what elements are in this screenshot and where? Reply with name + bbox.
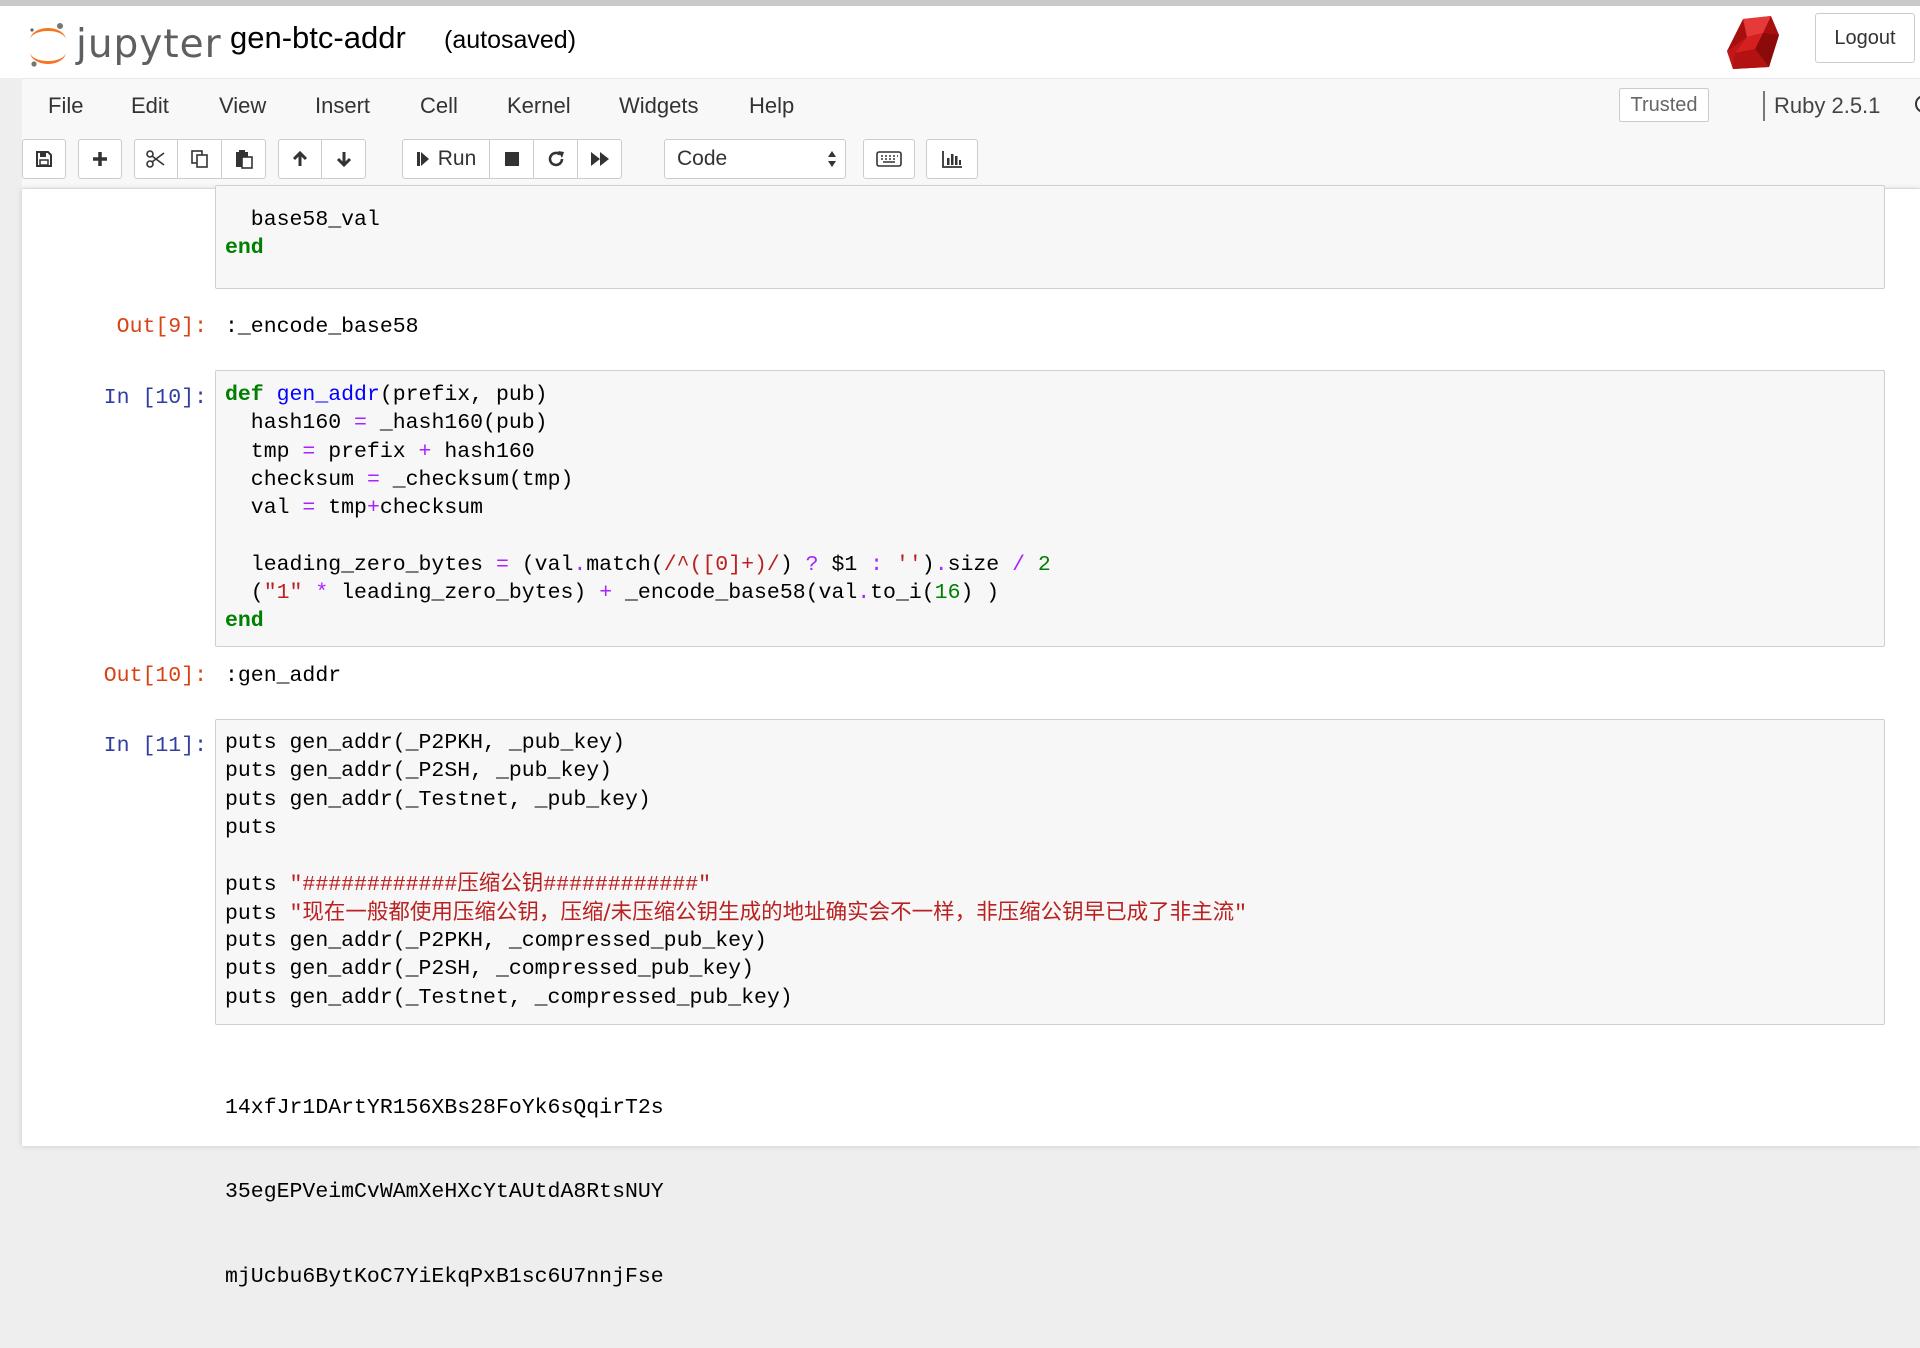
- code-line: puts gen_addr(_P2PKH, _compressed_pub_ke…: [225, 929, 767, 954]
- code-line: puts gen_addr(_P2SH, _compressed_pub_key…: [225, 957, 754, 982]
- code-line: base58_val: [225, 208, 380, 232]
- code-line: puts "############压缩公钥############": [225, 871, 711, 898]
- code-line: def gen_addr(prefix, pub): [225, 383, 548, 407]
- menu-file[interactable]: File: [48, 93, 83, 119]
- run-label: Run: [437, 147, 477, 170]
- cell-type-value: Code: [677, 147, 728, 170]
- interrupt-button[interactable]: [490, 139, 534, 179]
- cell-output: :_encode_base58: [225, 315, 419, 339]
- paste-button[interactable]: [222, 139, 266, 179]
- menubar: File Edit View Insert Cell Kernel Widget…: [22, 78, 1920, 132]
- autosave-status: (autosaved): [444, 26, 577, 54]
- menu-widgets[interactable]: Widgets: [619, 93, 698, 119]
- arrow-up-icon: [292, 150, 308, 166]
- code-line: tmp = prefix + hash160: [225, 439, 535, 464]
- out-prompt: Out[9]:: [116, 315, 207, 339]
- logo-text: jupyter: [76, 22, 222, 67]
- menu-edit[interactable]: Edit: [131, 93, 169, 119]
- cut-button[interactable]: [134, 139, 178, 179]
- menu-kernel[interactable]: Kernel: [507, 93, 571, 119]
- run-button[interactable]: Run: [402, 139, 490, 179]
- notebook-page[interactable]: base58_val end Out[9]: :_encode_base58 I…: [22, 185, 1920, 1289]
- kernel-idle-indicator: [1915, 95, 1920, 113]
- logout-button[interactable]: Logout: [1815, 13, 1915, 63]
- restart-icon: [548, 151, 564, 167]
- out-prompt: Out[10]:: [103, 664, 207, 688]
- paste-icon: [235, 150, 253, 169]
- code-cell-input[interactable]: def gen_addr(prefix, pub) hash160 = _has…: [215, 370, 1885, 647]
- jupyter-logo-icon: [30, 23, 66, 67]
- save-button[interactable]: [22, 139, 66, 179]
- code-cell-input[interactable]: base58_val end: [215, 185, 1885, 289]
- restart-button[interactable]: [534, 139, 578, 179]
- code-line: puts gen_addr(_Testnet, _compressed_pub_…: [225, 985, 793, 1010]
- code-line: puts: [225, 815, 277, 840]
- menu-cell[interactable]: Cell: [420, 93, 458, 119]
- kernel-separator: [1763, 91, 1765, 121]
- copy-button[interactable]: [178, 139, 222, 179]
- trusted-indicator[interactable]: Trusted: [1619, 88, 1709, 122]
- in-prompt: In [10]:: [103, 386, 207, 410]
- stop-icon: [504, 152, 519, 166]
- code-line: ("1" * leading_zero_bytes) + _encode_bas…: [225, 581, 1000, 606]
- ruby-logo-icon: [1727, 16, 1779, 69]
- output-line: 14xfJr1DArtYR156XBs28FoYk6sQqirT2s: [225, 1095, 664, 1120]
- fast-forward-icon: [590, 152, 609, 166]
- in-prompt: In [11]:: [103, 734, 207, 758]
- code-line: leading_zero_bytes = (val.match(/^([0]+)…: [225, 552, 1051, 577]
- code-line: puts gen_addr(_P2SH, _pub_key): [225, 759, 613, 784]
- code-cell-input[interactable]: puts gen_addr(_P2PKH, _pub_key) puts gen…: [215, 719, 1885, 1025]
- cell-type-select[interactable]: Code: [664, 139, 846, 179]
- restart-run-all-button[interactable]: [578, 139, 622, 179]
- menu-insert[interactable]: Insert: [315, 93, 370, 119]
- menu-help[interactable]: Help: [749, 93, 794, 119]
- code-line: puts gen_addr(_P2PKH, _pub_key): [225, 731, 625, 755]
- code-line: puts "现在一般都使用压缩公钥，压缩/未压缩公钥生成的地址确实会不一样，非压…: [225, 899, 1248, 926]
- toolbar-chart-button[interactable]: [926, 139, 978, 179]
- code-block: puts gen_addr(_P2PKH, _pub_key) puts gen…: [225, 729, 1875, 1012]
- copy-icon: [190, 150, 208, 168]
- code-block: def gen_addr(prefix, pub) hash160 = _has…: [225, 381, 1875, 636]
- insert-cell-button[interactable]: [78, 139, 122, 179]
- arrow-down-icon: [336, 152, 351, 168]
- code-line: checksum = _checksum(tmp): [225, 467, 574, 492]
- cell-output: :gen_addr: [225, 664, 342, 688]
- cell-output: 14xfJr1DArtYR156XBs28FoYk6sQqirT2s 35egE…: [225, 1037, 664, 1348]
- code-line: puts gen_addr(_Testnet, _pub_key): [225, 787, 651, 812]
- menu-view[interactable]: View: [219, 93, 266, 119]
- output-line: mjUcbu6BytKoC7YiEkqPxB1sc6U7nnjFse: [225, 1265, 664, 1290]
- scissors-icon: [146, 150, 165, 168]
- code-line: val = tmp+checksum: [225, 496, 484, 521]
- keyboard-icon: [876, 151, 902, 167]
- chart-icon: [942, 151, 962, 168]
- move-down-button[interactable]: [322, 139, 366, 179]
- step-forward-icon: [416, 152, 429, 166]
- notebook-title[interactable]: gen-btc-addr: [230, 20, 406, 56]
- header: jupyter gen-btc-addr (autosaved) Logout: [0, 0, 1920, 78]
- code-line: end: [225, 236, 264, 261]
- kernel-name[interactable]: Ruby 2.5.1: [1774, 93, 1880, 119]
- toolbar: Run Code: [22, 131, 1920, 189]
- select-caret-icon: [828, 151, 836, 167]
- output-line: 35egEPVeimCvWAmXeHXcYtAUtdA8RtsNUY: [225, 1180, 664, 1205]
- plus-icon: [93, 152, 107, 166]
- code-line: hash160 = _hash160(pub): [225, 411, 548, 436]
- move-up-button[interactable]: [278, 139, 322, 179]
- code-line: end: [225, 609, 264, 634]
- save-icon: [36, 151, 52, 167]
- command-palette-button[interactable]: [863, 139, 915, 179]
